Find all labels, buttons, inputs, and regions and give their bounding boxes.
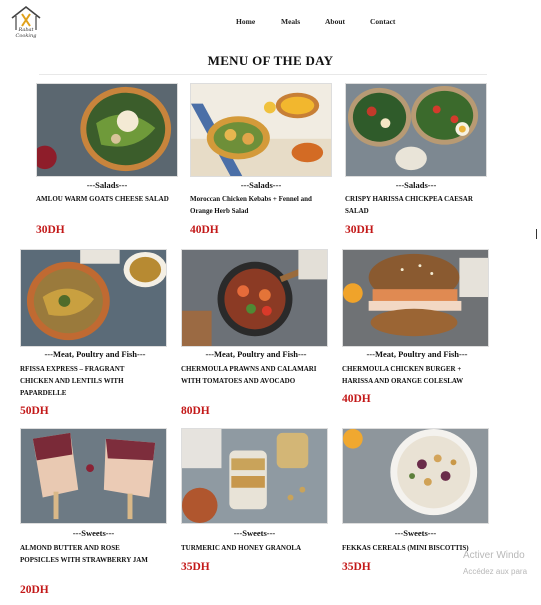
caesar-salad-photo — [345, 83, 487, 177]
nav-home[interactable]: Home — [236, 17, 255, 26]
card-price: 35DH — [342, 561, 371, 573]
card-name: RFISSA EXPRESS – FRAGRANT CHICKEN AND LE… — [20, 365, 125, 397]
card-name: ALMOND BUTTER AND ROSE POPSICLES WITH ST… — [20, 544, 148, 564]
nav-meals[interactable]: Meals — [281, 17, 300, 26]
granola-jar-photo — [181, 428, 328, 524]
card-price: 30DH — [36, 224, 65, 236]
card-price: 35DH — [181, 561, 210, 573]
card-name: CHERMOULA PRAWNS AND CALAMARI WITH TOMAT… — [181, 365, 317, 385]
windows-activation-subtext: Accédez aux para — [463, 567, 528, 576]
card-name: CRISPY HARISSA CHICKPEA CAESAR SALAD — [345, 195, 473, 215]
cereal-bowl-photo — [342, 428, 489, 524]
card-price: 50DH — [20, 405, 49, 417]
card-name: CHERMOULA CHICKEN BURGER + HARISSA AND O… — [342, 365, 464, 385]
card-category: ---Sweets--- — [72, 528, 115, 538]
burger-photo — [342, 249, 489, 347]
card-category: ---Sweets--- — [394, 528, 437, 538]
card-price: 30DH — [345, 224, 374, 236]
card-price: 40DH — [342, 393, 371, 405]
card-price: 40DH — [190, 224, 219, 236]
card-category: ---Sweets--- — [233, 528, 276, 538]
prawns-pan-photo — [181, 249, 328, 347]
card-name: AMLOU WARM GOATS CHEESE SALAD — [36, 195, 169, 203]
card-price: 80DH — [181, 405, 210, 417]
card-category: ---Meat, Poultry and Fish--- — [366, 349, 468, 359]
nav-contact[interactable]: Contact — [370, 17, 395, 26]
chicken-kebab-photo — [190, 83, 332, 177]
title-divider — [39, 74, 487, 75]
card-category: ---Salads--- — [240, 180, 282, 190]
card-category: ---Salads--- — [395, 180, 437, 190]
page-title: MENU OF THE DAY — [207, 53, 334, 68]
card-price: 20DH — [20, 584, 49, 596]
popsicles-photo — [20, 428, 167, 524]
salad-bowl-photo — [36, 83, 178, 177]
top-nav: Home Meals About Contact — [0, 17, 541, 31]
card-name: Moroccan Chicken Kebabs + Fennel and Ora… — [190, 195, 312, 215]
text-cursor-icon — [536, 229, 538, 239]
nav-about[interactable]: About — [325, 17, 345, 26]
card-category: ---Meat, Poultry and Fish--- — [205, 349, 307, 359]
card-category: ---Salads--- — [86, 180, 128, 190]
card-category: ---Meat, Poultry and Fish--- — [44, 349, 146, 359]
pasta-plate-photo — [20, 249, 167, 347]
card-name: TURMERIC AND HONEY GRANOLA — [181, 544, 302, 552]
windows-activation-watermark: Activer Windo — [463, 550, 525, 561]
